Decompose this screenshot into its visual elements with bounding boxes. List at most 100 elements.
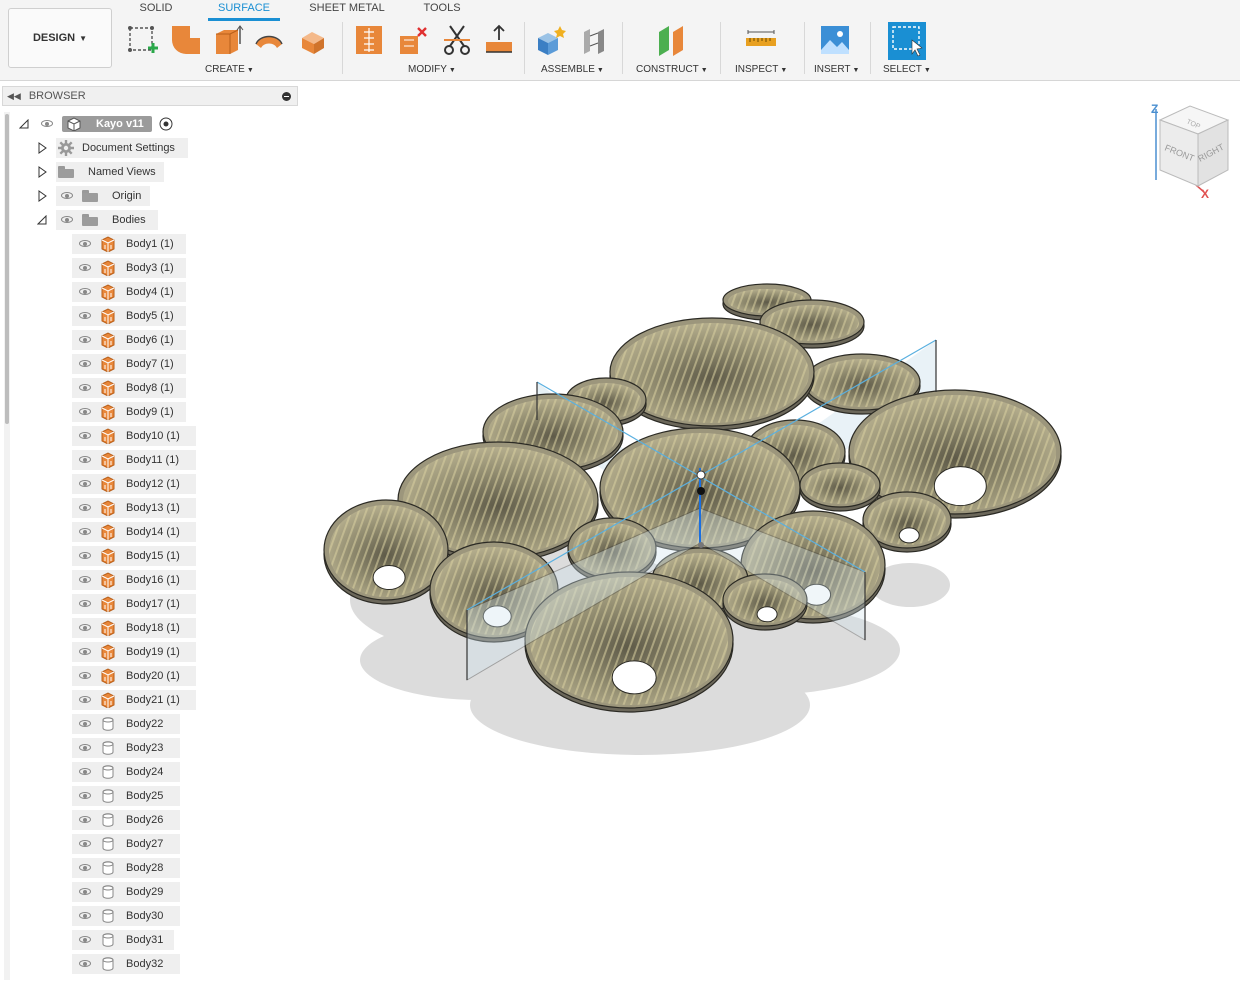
model-canvas[interactable] [300,80,1240,980]
eye-icon[interactable] [78,623,94,633]
activate-radio-icon[interactable] [158,116,174,132]
eye-icon[interactable] [78,335,94,345]
tab-tools[interactable]: TOOLS [416,2,468,18]
eye-icon[interactable] [78,359,94,369]
eye-icon[interactable] [78,815,94,825]
collapse-panel-icon[interactable]: ◀◀ [7,91,21,102]
offset-surface-icon[interactable] [482,22,516,58]
expand-root-toggle[interactable] [18,114,30,134]
expand-origin-toggle[interactable] [36,186,48,206]
eye-icon[interactable] [78,863,94,873]
tree-item-body[interactable]: Body26 [72,810,180,830]
extrude-surface-icon[interactable] [168,22,202,58]
select-window-icon[interactable] [888,22,926,60]
tree-item-body[interactable]: Body13 (1) [72,498,196,518]
tree-item-body[interactable]: Body6 (1) [72,330,186,350]
tree-item-body[interactable]: Body18 (1) [72,618,196,638]
cone-body[interactable] [799,462,881,512]
create-sketch-icon[interactable] [126,22,160,58]
eye-icon[interactable] [78,455,94,465]
tree-item-body[interactable]: Body12 (1) [72,474,196,494]
tree-item-body[interactable]: Body22 [72,714,180,734]
eye-icon[interactable] [78,479,94,489]
tab-surface[interactable]: SURFACE [208,2,280,21]
origin-point-icon[interactable] [696,470,706,480]
tree-item-body[interactable]: Body25 [72,786,180,806]
tree-item-body[interactable]: Body23 [72,738,180,758]
tree-item-body[interactable]: Body4 (1) [72,282,186,302]
tree-item-body[interactable]: Body28 [72,858,180,878]
create-menu[interactable]: CREATE ▼ [205,64,254,75]
eye-icon[interactable] [78,263,94,273]
eye-icon[interactable] [78,647,94,657]
eye-icon[interactable] [78,287,94,297]
tree-item-body[interactable]: Body11 (1) [72,450,196,470]
tree-item-body[interactable]: Body32 [72,954,180,974]
eye-icon[interactable] [78,671,94,681]
eye-icon[interactable] [78,575,94,585]
inspect-menu[interactable]: INSPECT ▼ [735,64,787,75]
press-pull-icon[interactable] [352,22,386,58]
patch-icon[interactable] [296,22,330,58]
tree-item-body[interactable]: Body10 (1) [72,426,196,446]
tree-item-body[interactable]: Body16 (1) [72,570,196,590]
construct-menu[interactable]: CONSTRUCT ▼ [636,64,708,75]
eye-icon[interactable] [78,839,94,849]
origin-base-point[interactable] [698,542,704,548]
minimize-browser-icon[interactable] [282,91,291,101]
root-component[interactable]: Kayo v11 [36,114,174,134]
tab-solid[interactable]: SOLID [130,2,182,18]
tree-item-named-views[interactable]: Named Views [56,162,164,182]
tree-item-body[interactable]: Body7 (1) [72,354,186,374]
eye-icon[interactable] [40,119,56,129]
assemble-menu[interactable]: ASSEMBLE ▼ [541,64,604,75]
eye-icon[interactable] [78,743,94,753]
tree-item-origin[interactable]: Origin [56,186,150,206]
eye-icon[interactable] [78,599,94,609]
tree-item-body[interactable]: Body8 (1) [72,378,186,398]
tree-item-body[interactable]: Body27 [72,834,180,854]
tree-item-body[interactable]: Body20 (1) [72,666,196,686]
eye-icon[interactable] [78,527,94,537]
offset-plane-icon[interactable] [655,22,689,58]
expand-bodies-toggle[interactable] [36,210,48,230]
workspace-switcher-button[interactable]: DESIGN ▼ [8,8,112,68]
select-menu[interactable]: SELECT ▼ [883,64,931,75]
eye-icon[interactable] [60,215,76,225]
tree-item-body[interactable]: Body5 (1) [72,306,186,326]
insert-canvas-icon[interactable] [818,22,852,58]
new-component-icon[interactable] [534,22,568,58]
eye-icon[interactable] [78,383,94,393]
delete-face-icon[interactable] [396,22,430,58]
tree-item-bodies[interactable]: Bodies [56,210,158,230]
eye-icon[interactable] [78,239,94,249]
eye-icon[interactable] [78,911,94,921]
joint-icon[interactable] [578,22,612,58]
origin-center-point[interactable] [697,487,705,495]
tree-item-body[interactable]: Body1 (1) [72,234,186,254]
tree-item-body[interactable]: Body15 (1) [72,546,196,566]
insert-menu[interactable]: INSERT ▼ [814,64,859,75]
eye-icon[interactable] [78,767,94,777]
browser-scroll-thumb[interactable] [5,114,9,424]
eye-icon[interactable] [78,407,94,417]
expand-document-settings-toggle[interactable] [36,138,48,158]
eye-icon[interactable] [78,935,94,945]
tree-item-body[interactable]: Body29 [72,882,180,902]
tree-item-body[interactable]: Body30 [72,906,180,926]
tree-item-body[interactable]: Body9 (1) [72,402,186,422]
cone-body[interactable] [323,499,449,605]
tree-item-body[interactable]: Body31 [72,930,174,950]
eye-icon[interactable] [60,191,76,201]
eye-icon[interactable] [78,719,94,729]
tree-item-body[interactable]: Body19 (1) [72,642,196,662]
eye-icon[interactable] [78,959,94,969]
eye-icon[interactable] [78,887,94,897]
revolve-icon[interactable] [210,22,244,58]
tree-item-body[interactable]: Body14 (1) [72,522,196,542]
view-cube[interactable]: Z X TOP FRONT RIGHT [1146,100,1240,201]
tab-sheet-metal[interactable]: SHEET METAL [304,2,390,18]
tree-item-document-settings[interactable]: Document Settings [56,138,188,158]
tree-item-body[interactable]: Body21 (1) [72,690,196,710]
split-body-scissors-icon[interactable] [440,22,474,58]
